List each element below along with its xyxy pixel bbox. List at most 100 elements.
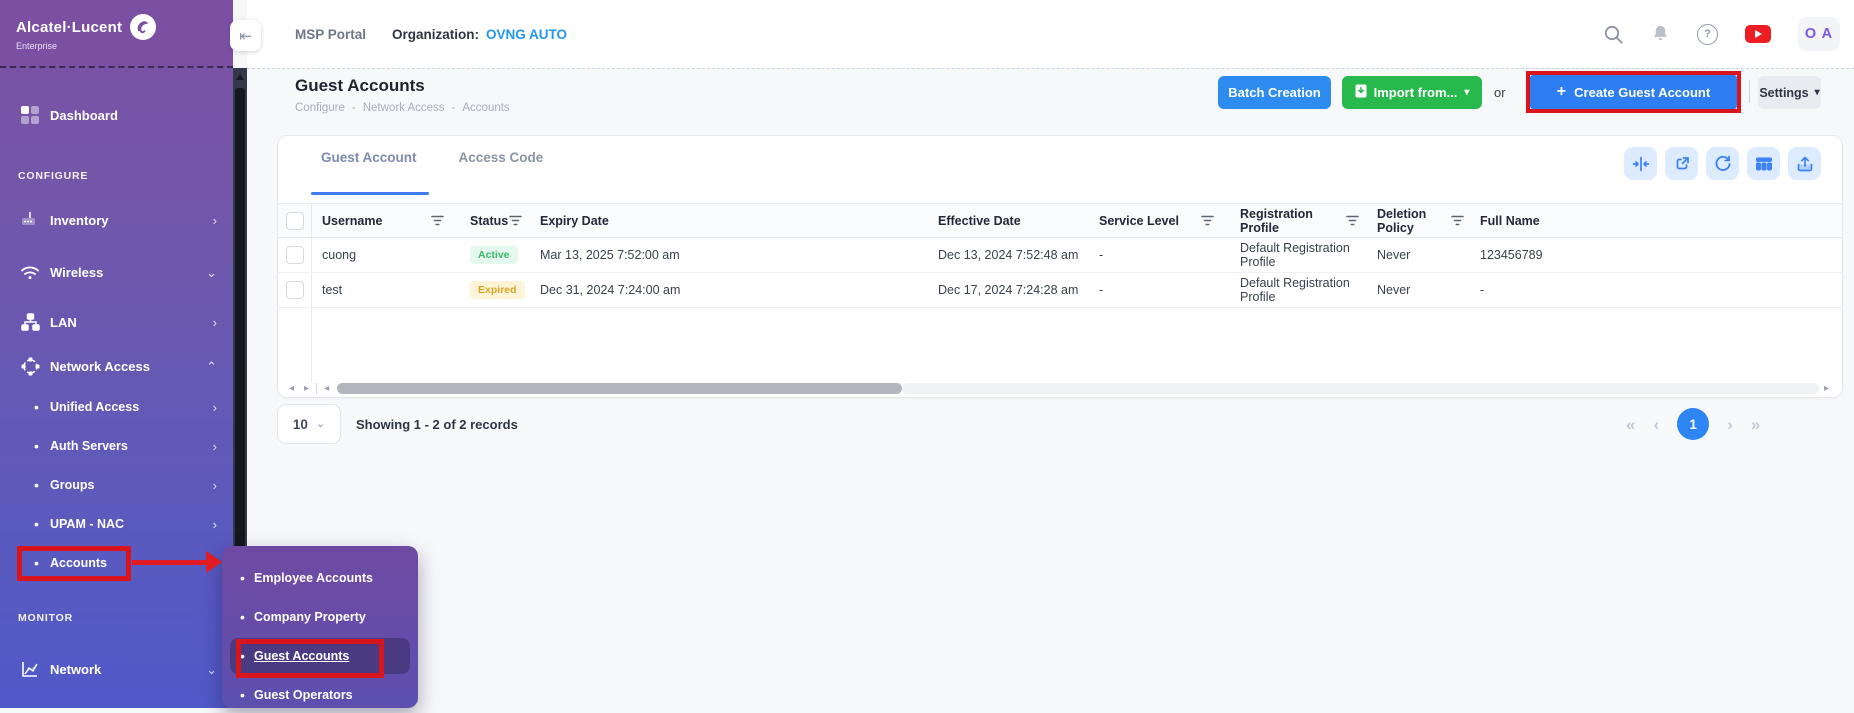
search-icon[interactable] xyxy=(1603,24,1624,45)
chevron-down-icon: ⌄ xyxy=(316,419,325,430)
chevron-up-icon: ⌃ xyxy=(206,360,217,373)
export-button[interactable] xyxy=(1788,147,1821,180)
expand-fullscreen-button[interactable] xyxy=(1665,147,1698,180)
dashboard-icon xyxy=(18,106,42,124)
cell-full-name: - xyxy=(1470,283,1842,297)
flyout-item-guest-accounts[interactable]: • Guest Accounts xyxy=(230,638,410,674)
chevron-right-icon: › xyxy=(213,479,217,492)
batch-creation-button[interactable]: Batch Creation xyxy=(1218,76,1331,109)
select-all-checkbox[interactable] xyxy=(286,212,304,230)
filter-icon[interactable] xyxy=(1346,215,1359,226)
cell-registration-profile: Default Registration Profile xyxy=(1230,276,1367,304)
breadcrumb-item: Network Access xyxy=(363,102,445,114)
cell-deletion-policy: Never xyxy=(1367,248,1470,262)
cell-expiry-date: Mar 13, 2025 7:52:00 am xyxy=(530,248,928,262)
youtube-icon[interactable] xyxy=(1745,25,1771,43)
filter-icon[interactable] xyxy=(1451,215,1464,226)
records-summary: Showing 1 - 2 of 2 records xyxy=(356,404,518,444)
filter-icon[interactable] xyxy=(1201,215,1214,226)
breadcrumb-item: Configure xyxy=(295,102,345,114)
section-label-monitor: MONITOR xyxy=(18,612,73,624)
table-row[interactable]: cuong Active Mar 13, 2025 7:52:00 am Dec… xyxy=(278,238,1842,273)
sidebar-item-inventory[interactable]: Inventory › xyxy=(0,204,233,236)
column-header: Status xyxy=(470,214,508,228)
cell-service-level: - xyxy=(1089,283,1230,297)
bullet-icon: • xyxy=(34,399,50,415)
status-badge: Active xyxy=(470,246,518,264)
sidebar-item-network-access[interactable]: Network Access ⌃ xyxy=(0,350,233,382)
scroll-right-icon[interactable]: ▸ xyxy=(299,384,314,394)
breadcrumb-item: Accounts xyxy=(462,102,509,114)
chevron-right-icon: › xyxy=(213,518,217,531)
cell-effective-date: Dec 13, 2024 7:52:48 am xyxy=(928,248,1089,262)
brand-subtitle: Enterprise xyxy=(16,41,233,51)
avatar[interactable]: O A xyxy=(1798,17,1840,51)
notifications-bell-icon[interactable] xyxy=(1651,24,1670,44)
create-guest-account-button[interactable]: + Create Guest Account xyxy=(1530,75,1737,109)
scrollbar-divider xyxy=(316,383,317,394)
tab-access-code[interactable]: Access Code xyxy=(459,150,544,165)
scroll-right-icon[interactable]: ▸ xyxy=(1819,384,1834,394)
columns-button[interactable] xyxy=(1747,147,1780,180)
chevron-right-icon: › xyxy=(213,316,217,329)
help-icon[interactable]: ? xyxy=(1697,24,1718,45)
bullet-icon: • xyxy=(34,516,50,532)
page-size-select[interactable]: 10 ⌄ xyxy=(277,404,341,444)
status-badge: Expired xyxy=(470,281,525,299)
import-from-button[interactable]: Import from... ▾ xyxy=(1342,76,1482,109)
sidebar-item-dashboard[interactable]: Dashboard xyxy=(0,99,233,131)
table-row[interactable]: test Expired Dec 31, 2024 7:24:00 am Dec… xyxy=(278,273,1842,308)
settings-button[interactable]: Settings ▾ xyxy=(1758,76,1821,109)
or-label: or xyxy=(1494,85,1506,100)
chevron-right-icon: › xyxy=(213,440,217,453)
collapse-columns-button[interactable] xyxy=(1624,147,1657,180)
sidebar-item-auth-servers[interactable]: • Auth Servers › xyxy=(0,430,233,462)
plus-icon: + xyxy=(1557,83,1566,101)
bullet-icon: • xyxy=(34,438,50,454)
bullet-icon: • xyxy=(34,555,50,571)
filter-icon[interactable] xyxy=(509,215,522,226)
active-tab-underline xyxy=(311,192,429,195)
refresh-button[interactable] xyxy=(1706,147,1739,180)
caret-down-icon: ▾ xyxy=(1815,88,1820,98)
top-bar: MSP Portal Organization: OVNG AUTO ? O A xyxy=(247,0,1854,68)
header-separator xyxy=(247,68,1854,69)
breadcrumb-separator: - xyxy=(452,102,456,114)
scrollbar-track[interactable] xyxy=(902,383,1819,394)
collapse-sidebar-icon: ⇤ xyxy=(239,27,252,45)
sidebar-item-unified-access[interactable]: • Unified Access › xyxy=(0,391,233,423)
row-checkbox[interactable] xyxy=(286,281,304,299)
flyout-item-employee-accounts[interactable]: • Employee Accounts xyxy=(222,560,418,596)
scrollbar-thumb[interactable] xyxy=(337,383,902,394)
network-access-icon xyxy=(18,357,42,376)
brand-name: Alcatel·Lucent xyxy=(16,19,122,36)
column-header: Deletion Policy xyxy=(1377,207,1451,235)
row-checkbox[interactable] xyxy=(286,246,304,264)
sidebar-item-network[interactable]: Network ⌄ xyxy=(0,653,233,685)
last-page-button[interactable]: » xyxy=(1751,416,1760,433)
tab-guest-account[interactable]: Guest Account xyxy=(321,150,417,165)
sidebar-item-wireless[interactable]: Wireless ⌄ xyxy=(0,256,233,288)
previous-page-button[interactable]: ‹ xyxy=(1653,416,1659,433)
sidebar-item-lan[interactable]: LAN › xyxy=(0,306,233,338)
tabs: Guest Account Access Code xyxy=(321,150,543,165)
organization-value[interactable]: OVNG AUTO xyxy=(486,27,567,42)
flyout-item-company-property[interactable]: • Company Property xyxy=(222,599,418,635)
page-title: Guest Accounts xyxy=(295,76,510,96)
filter-icon[interactable] xyxy=(431,215,444,226)
scroll-up-icon xyxy=(236,74,244,80)
sidebar-item-upam-nac[interactable]: • UPAM - NAC › xyxy=(0,508,233,540)
first-page-button[interactable]: « xyxy=(1626,416,1635,433)
sidebar-item-groups[interactable]: • Groups › xyxy=(0,469,233,501)
alcatel-lucent-logo-icon xyxy=(130,14,156,40)
scroll-left-icon[interactable]: ◂ xyxy=(284,384,299,394)
bullet-icon: • xyxy=(240,570,254,586)
cell-expiry-date: Dec 31, 2024 7:24:00 am xyxy=(530,283,928,297)
table-toolbar xyxy=(1624,147,1821,180)
sidebar-collapse-button[interactable]: ⇤ xyxy=(230,20,261,51)
current-page-button[interactable]: 1 xyxy=(1677,408,1709,440)
cell-service-level: - xyxy=(1089,248,1230,262)
next-page-button[interactable]: › xyxy=(1727,416,1733,433)
app-title: MSP Portal xyxy=(295,27,366,42)
scroll-left-icon[interactable]: ◂ xyxy=(319,384,334,394)
